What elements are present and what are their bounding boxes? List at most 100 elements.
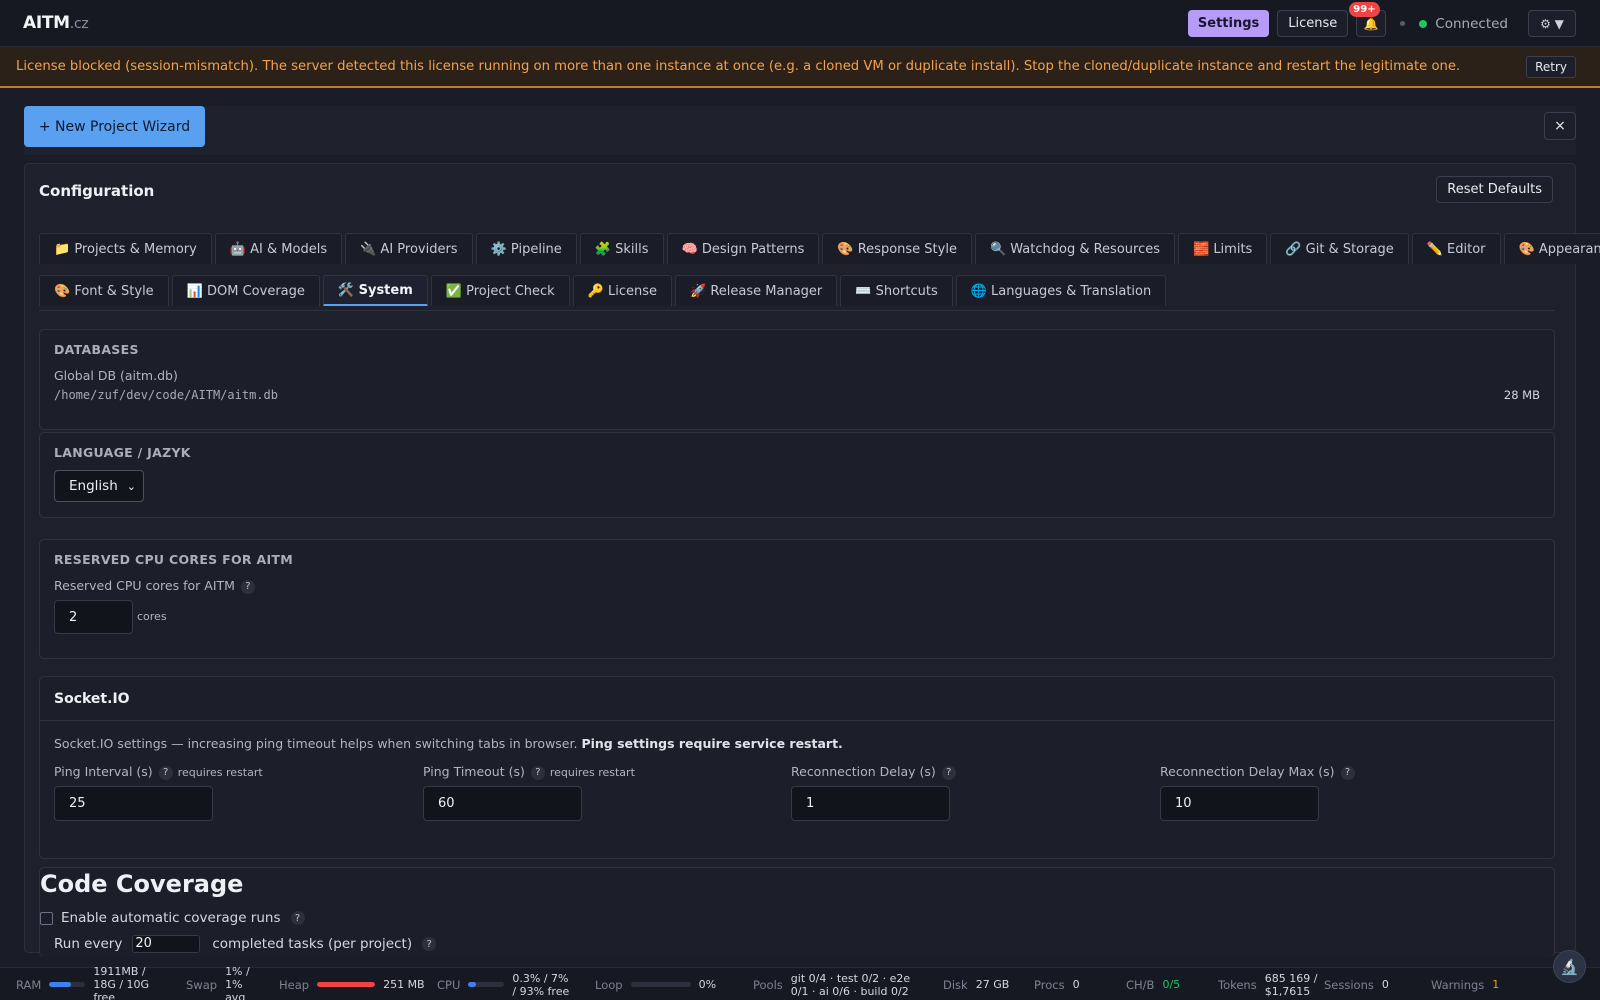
wizard-row: + New Project Wizard × [24, 106, 1576, 155]
swap-value: 1% / 1% avg [225, 965, 250, 1000]
tab-r2-7[interactable]: 🌐 Languages & Translation [955, 275, 1167, 306]
socketio-field: Reconnection Delay (s)? [791, 764, 956, 780]
logo-tld: .cz [69, 16, 89, 32]
tab-r2-1[interactable]: 📊 DOM Coverage [171, 275, 320, 306]
section-heading: RESERVED CPU CORES FOR AITM [54, 552, 293, 567]
tab-r1-10[interactable]: ✏️ Editor [1411, 233, 1501, 264]
tab-r1-2[interactable]: 🔌 AI Providers [345, 233, 473, 264]
socketio-input[interactable]: 10 [1160, 786, 1319, 821]
run-every-label: Run every [54, 936, 123, 952]
description-text: Socket.IO settings — increasing ping tim… [54, 736, 578, 751]
tab-r2-3[interactable]: ✅ Project Check [430, 275, 570, 306]
help-icon[interactable]: ? [422, 937, 437, 951]
socketio-field: Ping Interval (s)? requires restart [54, 764, 263, 780]
section-heading: DATABASES [54, 342, 139, 357]
settings-menu-button[interactable]: ⚙ ▼ [1528, 10, 1576, 37]
cpu-value: 0.3% / 7% / 93% free [512, 971, 570, 998]
panel-title: Configuration [39, 182, 155, 200]
settings-button[interactable]: Settings [1187, 10, 1270, 37]
tab-divider [39, 310, 1555, 311]
help-icon[interactable]: ? [290, 911, 305, 925]
help-icon[interactable]: ? [530, 765, 545, 780]
configuration-panel: Configuration Reset Defaults 📁 Projects … [24, 163, 1600, 957]
loop-label: Loop [595, 977, 623, 992]
tab-r1-0[interactable]: 📁 Projects & Memory [39, 233, 212, 264]
assistant-fab-button[interactable]: 🔬 [1553, 950, 1586, 983]
field-label: Reconnection Delay Max (s) [1160, 764, 1335, 779]
separator-dot [1400, 21, 1406, 26]
language-section: LANGUAGE / JAZYK English ⌄ [39, 432, 1555, 518]
cpu-cores-input[interactable]: 2 [54, 600, 133, 634]
help-icon[interactable]: ? [1340, 765, 1355, 780]
tab-r2-2[interactable]: 🛠️ System [322, 275, 428, 306]
restart-note: requires restart [549, 766, 635, 779]
tab-r1-5[interactable]: 🧠 Design Patterns [666, 233, 820, 264]
warnings-label: Warnings [1431, 977, 1485, 992]
section-heading: LANGUAGE / JAZYK [54, 445, 191, 460]
retry-button[interactable]: Retry [1526, 56, 1576, 78]
db-size: 28 MB [1503, 388, 1540, 402]
reset-defaults-button[interactable]: Reset Defaults [1436, 176, 1553, 203]
socketio-input[interactable]: 1 [791, 786, 950, 821]
socketio-input[interactable]: 60 [423, 786, 582, 821]
tab-r1-1[interactable]: 🤖 AI & Models [214, 233, 343, 264]
run-every-suffix: completed tasks (per project) [212, 936, 413, 952]
status-swap: Swap 1% / 1% avg [186, 965, 265, 1000]
language-select[interactable]: English ⌄ [54, 470, 144, 502]
help-icon[interactable]: ? [158, 765, 173, 780]
pools-label: Pools [753, 977, 783, 992]
sessions-value: 0 [1381, 978, 1389, 991]
section-heading: Code Coverage [40, 870, 244, 898]
ram-bar [49, 982, 86, 987]
status-warnings: Warnings 1 [1431, 968, 1499, 1000]
chb-value: 0/5 [1162, 978, 1181, 991]
new-project-wizard-button[interactable]: + New Project Wizard [24, 106, 205, 147]
status-bar: RAM 1911MB / 18G / 10G free Swap 1% / 1%… [0, 965, 1600, 1000]
tab-r1-3[interactable]: ⚙️ Pipeline [475, 233, 577, 264]
tab-r1-6[interactable]: 🎨 Response Style [822, 233, 972, 264]
coverage-enable-row: Enable automatic coverage runs ? [40, 910, 305, 926]
tab-r2-5[interactable]: 🚀 Release Manager [675, 275, 838, 306]
ram-label: RAM [16, 977, 42, 992]
logo-text: AITM [23, 13, 70, 33]
help-icon[interactable]: ? [941, 765, 956, 780]
tab-r1-9[interactable]: 🔗 Git & Storage [1270, 233, 1409, 264]
socketio-field: Ping Timeout (s)? requires restart [423, 764, 635, 780]
loop-value: 0% [698, 978, 717, 991]
procs-label: Procs [1034, 977, 1065, 992]
field-label: Reconnection Delay (s) [791, 764, 936, 779]
notifications-button[interactable]: 99+ 🔔 [1349, 2, 1387, 37]
warnings-value: 1 [1492, 978, 1500, 991]
tab-r2-6[interactable]: ⌨️ Shortcuts [840, 275, 953, 306]
connection-status: Connected [1435, 15, 1508, 32]
bell-icon: 🔔 [1363, 16, 1379, 31]
heap-bar [317, 982, 376, 987]
db-name: Global DB (aitm.db) [54, 368, 178, 383]
tab-r2-4[interactable]: 🔑 License [572, 275, 673, 306]
tab-r1-4[interactable]: 🧩 Skills [579, 233, 664, 264]
microscope-icon: 🔬 [1560, 957, 1579, 976]
procs-value: 0 [1072, 978, 1080, 991]
disk-value: 27 GB [975, 978, 1010, 991]
tokens-value: 685 169 / $1,7615 [1264, 971, 1318, 998]
tab-r1-7[interactable]: 🔍 Watchdog & Resources [974, 233, 1175, 264]
tab-r2-0[interactable]: 🎨 Font & Style [39, 275, 169, 306]
chevron-down-icon: ⌄ [126, 479, 136, 493]
chb-label: CH/B [1126, 977, 1155, 992]
db-path: /home/zuf/dev/code/AITM/aitm.db [54, 388, 278, 402]
tab-row-1: 📁 Projects & Memory 🤖 AI & Models 🔌 AI Pro… [39, 233, 1600, 264]
socketio-input[interactable]: 25 [54, 786, 213, 821]
tab-r1-8[interactable]: 🧱 Limits [1178, 233, 1268, 264]
help-icon[interactable]: ? [240, 579, 255, 594]
close-button[interactable]: × [1544, 112, 1576, 140]
coverage-enable-checkbox[interactable] [40, 911, 53, 925]
swap-label: Swap [186, 977, 218, 992]
tab-row-2: 🎨 Font & Style 📊 DOM Coverage 🛠️ System ✅ P… [39, 275, 1167, 306]
tab-r1-11[interactable]: 🎨 Appearance [1503, 233, 1600, 264]
tokens-label: Tokens [1218, 977, 1257, 992]
socketio-section: Socket.IO Socket.IO settings — increasin… [39, 676, 1555, 859]
coverage-run-every-row: Run every 20 completed tasks (per projec… [54, 935, 437, 953]
app-logo[interactable]: AITM.cz [23, 13, 89, 33]
run-every-input[interactable]: 20 [132, 935, 201, 953]
license-button[interactable]: License [1277, 10, 1349, 37]
